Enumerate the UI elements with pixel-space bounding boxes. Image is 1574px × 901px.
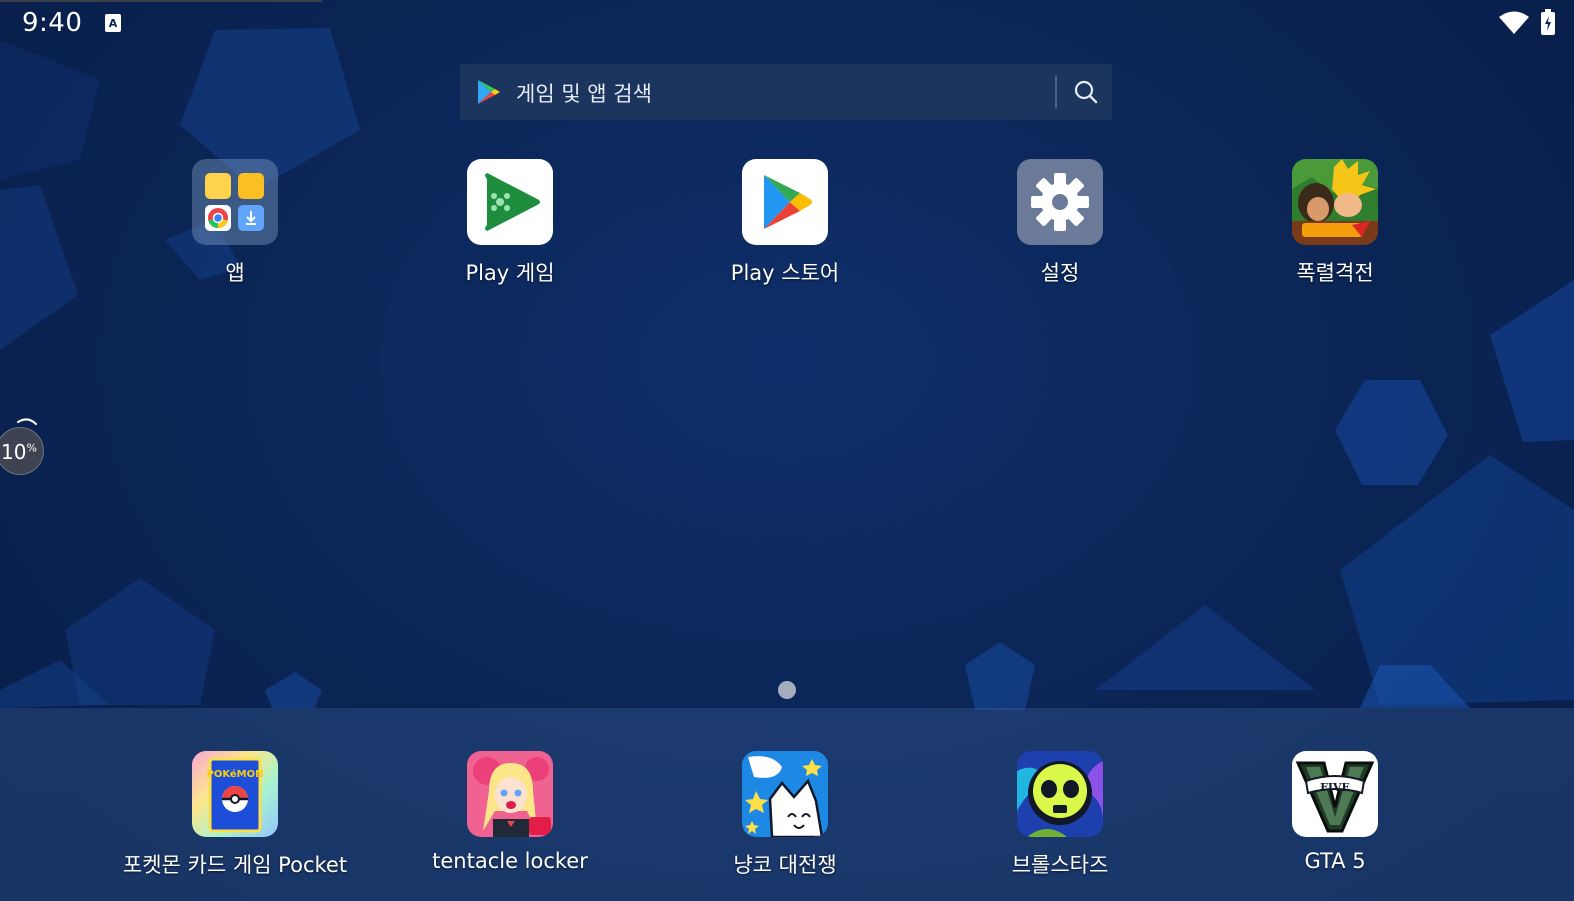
app-label: 폭렬격전: [1296, 261, 1374, 285]
play-store-icon: [742, 159, 828, 245]
app-play-store[interactable]: Play 스토어: [655, 159, 915, 287]
app-label: 브롤스타즈: [1011, 853, 1109, 877]
app-label: 앱: [225, 261, 245, 285]
progress-text: 10%: [0, 440, 41, 464]
chrome-icon: [205, 205, 231, 231]
search-bar[interactable]: 게임 및 앱 검색: [460, 64, 1112, 120]
dock-app-battle-cats[interactable]: 냥코 대전쟁: [655, 751, 915, 879]
app-label: tentacle locker: [432, 849, 588, 873]
app-folder[interactable]: 앱: [105, 159, 365, 287]
keyboard-icon: A: [105, 14, 121, 32]
dock-app-brawl-stars[interactable]: 브롤스타즈: [930, 751, 1190, 879]
google-play-icon: [478, 80, 500, 104]
app-settings[interactable]: 설정: [930, 159, 1190, 287]
dock-app-pokemon[interactable]: POKéMON 포켓몬 카드 게임 Pocket: [105, 751, 365, 879]
search-placeholder[interactable]: 게임 및 앱 검색: [516, 78, 652, 108]
app-play-games[interactable]: Play 게임: [380, 159, 640, 287]
play-games-icon: [467, 159, 553, 245]
search-icon[interactable]: [1070, 76, 1102, 108]
battle-cats-icon: [742, 751, 828, 837]
files-icon: [238, 173, 264, 199]
svg-text:A: A: [109, 17, 118, 30]
progress-value: 10: [1, 440, 27, 464]
app-dragon-ball[interactable]: 폭렬격전: [1205, 159, 1465, 287]
status-clock: 9:40: [22, 8, 83, 38]
app-label: Play 게임: [465, 261, 555, 285]
dock-app-gta-five[interactable]: FIVE GTA 5: [1205, 751, 1465, 873]
downloads-icon: [238, 205, 264, 231]
app-label: 포켓몬 카드 게임 Pocket: [122, 853, 348, 877]
svg-text:POKéMON: POKéMON: [206, 768, 263, 780]
app-label: 설정: [1040, 261, 1080, 285]
app-label: Play 스토어: [730, 261, 840, 285]
gta-five-icon: FIVE: [1292, 751, 1378, 837]
svg-text:FIVE: FIVE: [1320, 781, 1350, 794]
wifi-icon: [1499, 11, 1529, 34]
app-label: GTA 5: [1304, 849, 1366, 873]
app-label: 냥코 대전쟁: [733, 853, 837, 877]
dock-app-tentacle-locker[interactable]: tentacle locker: [380, 751, 640, 873]
battery-charging-icon: [1541, 9, 1555, 35]
app-dock: POKéMON 포켓몬 카드 게임 Pocket tentacle locker…: [0, 708, 1574, 901]
brawl-stars-icon: [1017, 751, 1103, 837]
keep-notes-icon: [205, 173, 231, 199]
pokemon-card-icon: POKéMON: [192, 751, 278, 837]
progress-unit: %: [26, 441, 37, 455]
settings-gear-icon: [1017, 159, 1103, 245]
status-bar: 9:40 A: [0, 0, 1574, 48]
tentacle-locker-icon: [467, 751, 553, 837]
app-folder-icon: [192, 159, 278, 245]
search-divider: [1055, 76, 1057, 108]
dragon-ball-game-icon: [1292, 159, 1378, 245]
page-indicator-dot[interactable]: [778, 681, 796, 699]
